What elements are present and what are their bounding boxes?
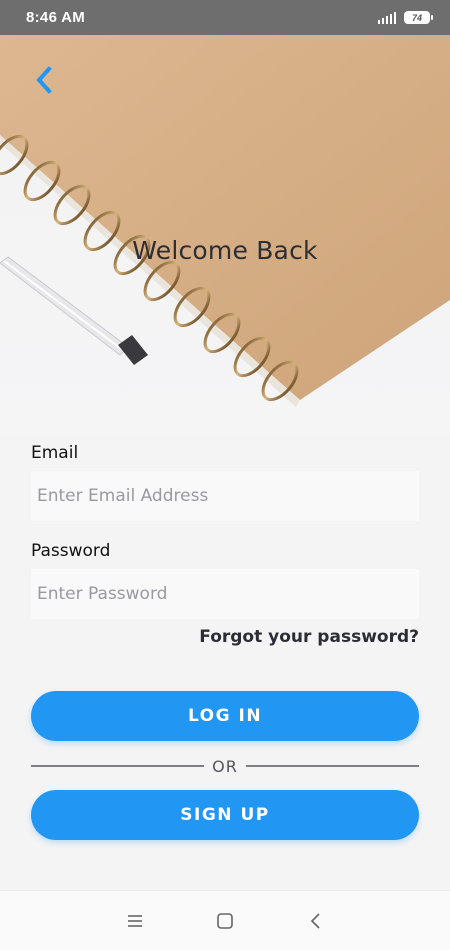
password-label: Password [31,541,111,561]
home-square-icon [217,912,233,929]
menu-icon [128,914,142,927]
email-group: Email [31,443,419,521]
system-nav-bar [0,890,450,950]
email-label: Email [31,443,79,463]
notebook-illustration [0,35,450,407]
back-button[interactable] [28,62,60,98]
status-icons: 74 [378,11,433,24]
login-button[interactable]: LOG IN [31,691,419,741]
signal-icon [378,11,396,24]
signup-button[interactable]: SIGN UP [31,790,419,840]
page-title: Welcome Back [132,236,318,265]
battery-icon: 74 [404,11,433,24]
email-field[interactable] [31,471,419,521]
or-divider: OR [31,756,419,776]
system-back-button[interactable] [295,901,335,941]
forgot-password-link[interactable]: Forgot your password? [199,627,419,647]
password-group: Password [31,541,419,619]
hero-image [0,35,450,435]
back-triangle-icon [310,912,320,929]
divider-line-left [31,765,205,767]
password-field[interactable] [31,569,419,619]
menu-button[interactable] [115,901,155,941]
battery-level: 74 [411,12,422,23]
chevron-left-icon [36,66,52,94]
status-time: 8:46 AM [26,9,86,26]
divider-line-right [245,765,419,767]
status-bar: 8:46 AM 74 [0,0,450,35]
divider-text: OR [212,756,238,776]
home-button[interactable] [205,901,245,941]
